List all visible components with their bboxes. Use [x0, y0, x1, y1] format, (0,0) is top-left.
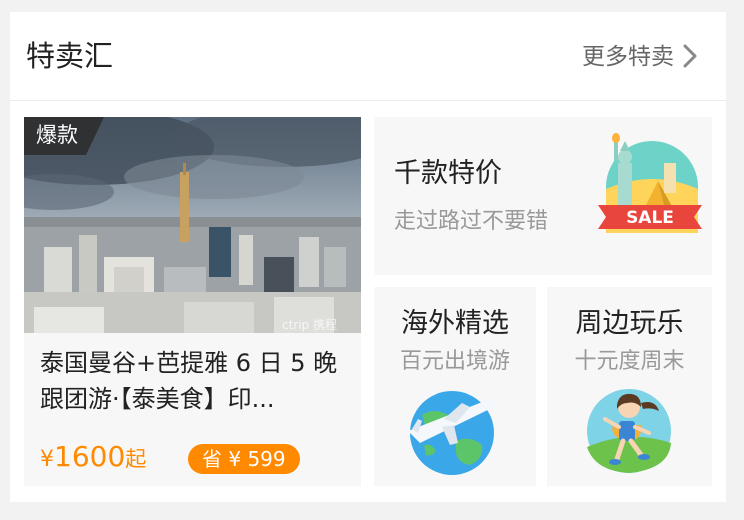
- airplane-globe-icon: [408, 391, 499, 475]
- girl-running-icon: [587, 389, 671, 473]
- deal-title: 泰国曼谷+芭提雅 6 日 5 晚跟团游·【泰美食】印...: [40, 349, 338, 413]
- tile-overseas-picks[interactable]: 海外精选 百元出境游: [374, 287, 536, 486]
- featured-deal-card[interactable]: ctrip 携程 爆款 泰国曼谷+芭提雅 6 日 5 晚跟团游·【泰美食】印..…: [24, 117, 361, 486]
- section-title: 特卖汇: [26, 39, 114, 73]
- price-value: 1600: [54, 440, 126, 473]
- deal-photo: ctrip 携程 爆款: [24, 117, 361, 333]
- tile-title: 千款特价: [394, 158, 502, 189]
- chevron-right-icon[interactable]: [676, 43, 702, 69]
- more-deals-link[interactable]: 更多特卖: [582, 42, 674, 72]
- svg-text:ctrip 携程: ctrip 携程: [282, 317, 337, 332]
- hot-badge-label: 爆款: [36, 123, 78, 147]
- tile-subtitle: 十元度周末: [574, 349, 685, 374]
- sale-ribbon-text: SALE: [626, 208, 674, 228]
- tile-subtitle: 百元出境游: [399, 349, 510, 374]
- currency-symbol: ¥: [40, 447, 54, 472]
- tile-title: 海外精选: [401, 308, 509, 339]
- savings-badge: 省 ¥ 599: [188, 444, 300, 474]
- statue-of-liberty-sale-icon: SALE: [598, 133, 702, 233]
- price-suffix: 起: [125, 447, 147, 471]
- tile-subtitle: 走过路过不要错: [394, 209, 549, 234]
- special-sale-card: 特卖汇 更多特卖 ctrip 携程 爆款 泰国曼谷+芭提雅 6 日 5 晚跟团游…: [10, 12, 726, 502]
- section-header: 特卖汇 更多特卖: [10, 12, 726, 101]
- tile-nearby-fun[interactable]: 周边玩乐 十元度周末: [547, 287, 712, 486]
- tile-title: 周边玩乐: [575, 308, 684, 339]
- deal-price: ¥1600起: [40, 437, 146, 481]
- tile-thousand-deals[interactable]: 千款特价 走过路过不要错 SALE: [374, 117, 712, 275]
